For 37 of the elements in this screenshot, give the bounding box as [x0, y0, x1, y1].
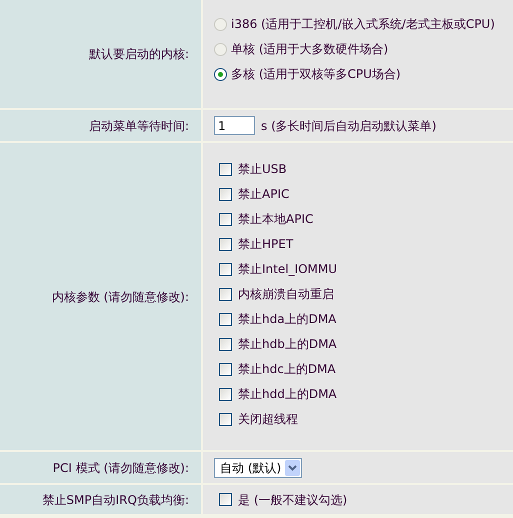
checkbox[interactable]: [219, 312, 232, 326]
hint-text: s (多长时间后自动启动默认菜单): [261, 118, 436, 134]
field-label: 默认要启动的内核:: [88, 46, 189, 63]
option-label: 关闭超线程: [238, 411, 298, 428]
option-label: 禁止hda上的DMA: [238, 311, 336, 328]
option-label: 禁止hdc上的DMA: [238, 361, 336, 378]
number-field[interactable]: 1: [214, 116, 255, 135]
option-label: 多核 (适用于双核等多CPU场合): [231, 66, 401, 83]
option-label: i386 (适用于工控机/嵌入式系统/老式主板或CPU): [231, 16, 495, 33]
option-label: 内核崩溃自动重启: [238, 286, 334, 303]
checkbox[interactable]: [219, 188, 232, 200]
checkbox[interactable]: [219, 388, 232, 400]
option-label: 禁止本地APIC: [238, 211, 314, 228]
field-label: 内核参数 (请勿随意修改):: [52, 288, 189, 306]
dropdown[interactable]: 自动 (默认): [214, 458, 302, 478]
option-label: 是 (一般不建议勾选): [238, 492, 348, 508]
option-label: 禁止APIC: [238, 186, 290, 203]
field-label: 启动菜单等待时间:: [88, 118, 189, 134]
option-label: 单核 (适用于大多数硬件场合): [231, 41, 388, 58]
checkbox[interactable]: [219, 362, 232, 376]
checkbox[interactable]: [219, 493, 232, 506]
field-label: PCI 模式 (请勿随意修改):: [52, 460, 189, 476]
radio-button[interactable]: [214, 68, 227, 80]
checkbox[interactable]: [219, 162, 232, 176]
checkbox[interactable]: [219, 338, 232, 350]
caret-icon[interactable]: [285, 460, 300, 476]
checkbox[interactable]: [219, 238, 232, 250]
option-label: 禁止hdd上的DMA: [238, 386, 337, 403]
checkbox[interactable]: [219, 288, 232, 300]
option-label: 禁止Intel_IOMMU: [238, 261, 338, 278]
checkbox[interactable]: [219, 212, 232, 226]
option-label: 禁止USB: [238, 161, 287, 178]
field-label: 禁止SMP自动IRQ负载均衡:: [42, 492, 189, 508]
option-label: 禁止HPET: [238, 236, 294, 253]
checkbox[interactable]: [219, 412, 232, 426]
checkbox[interactable]: [219, 262, 232, 276]
option-label: 禁止hdb上的DMA: [238, 336, 337, 353]
